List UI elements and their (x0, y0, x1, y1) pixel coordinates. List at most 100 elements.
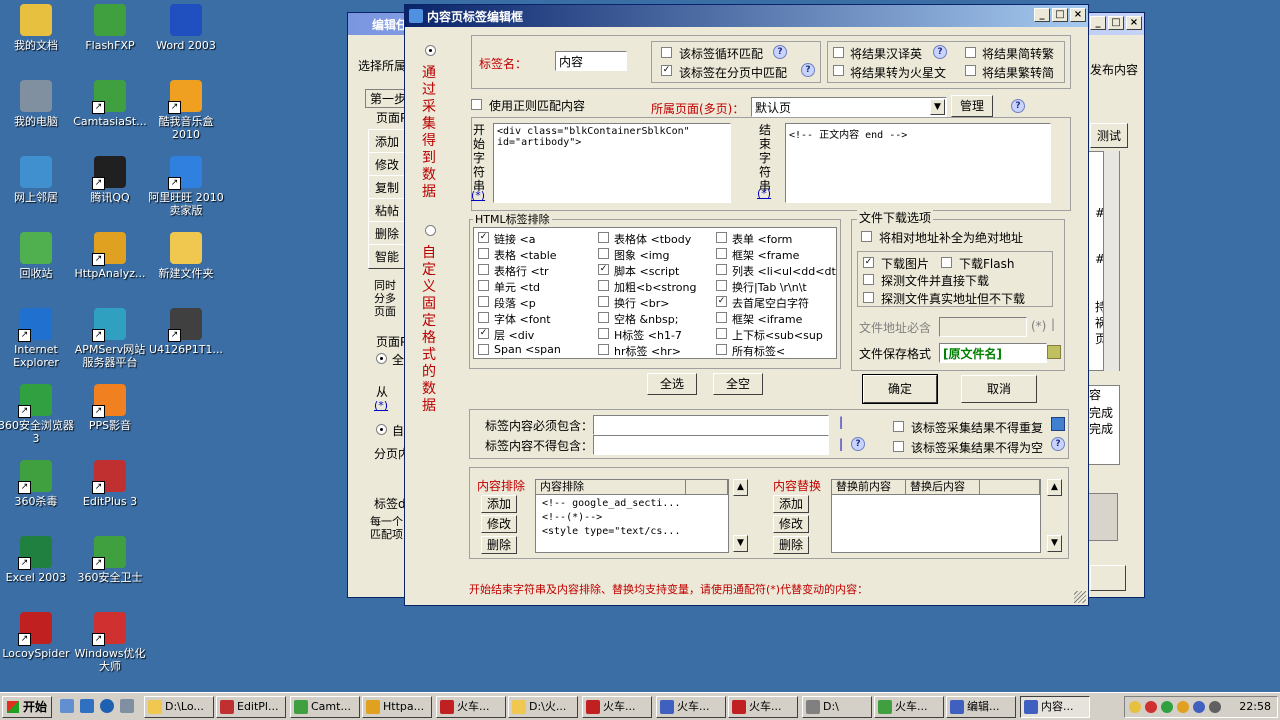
html-tag-option[interactable]: 图象 <img (598, 247, 716, 262)
download-flash-checkbox[interactable] (941, 257, 952, 268)
exclude-row-3[interactable]: <style type="text/cs... (542, 526, 680, 537)
html-tag-checkbox[interactable] (716, 344, 727, 355)
html-tag-checkbox[interactable] (478, 280, 489, 291)
html-tag-option[interactable]: 空格 &nbsp; (598, 311, 716, 326)
loop-help-icon[interactable]: ? (773, 45, 787, 59)
html-tag-checkbox[interactable] (478, 248, 489, 259)
exclude-up-arrow-icon[interactable]: ▲ (733, 479, 748, 496)
probe-real-checkbox[interactable] (863, 292, 874, 303)
resize-grip[interactable] (1074, 591, 1086, 603)
tag-name-input[interactable]: 内容 (555, 51, 627, 71)
replace-delete-button[interactable]: 删除 (773, 536, 809, 554)
tray-icon-5[interactable] (1193, 701, 1205, 713)
select-all-button[interactable]: 全选 (647, 373, 697, 395)
wildcard-link[interactable]: (*) (374, 399, 388, 412)
desktop-icon[interactable]: LocoySpider (0, 612, 74, 660)
html-tag-option[interactable]: 脚本 <script (598, 263, 716, 278)
html-tag-checkbox[interactable] (598, 280, 609, 291)
start-string-input[interactable]: <div class="blkContainerSblkCon" id="art… (493, 123, 731, 203)
desktop-icon[interactable]: 新建文件夹 (148, 232, 224, 280)
must-include-input[interactable] (593, 415, 829, 435)
html-tag-option[interactable]: 表格体 <tbody (598, 231, 716, 246)
dialog-close-button[interactable]: × (1070, 8, 1086, 22)
html-tag-checkbox[interactable] (598, 328, 609, 339)
html-tag-option[interactable]: 上下标<sub<sup (716, 327, 834, 342)
replace-grid[interactable]: 替换前内容 替换后内容 (831, 479, 1041, 553)
html-tag-option[interactable]: hr标签 <hr> (598, 343, 716, 358)
html-tag-checkbox[interactable] (598, 232, 609, 243)
html-tag-option[interactable]: 表格 <table (478, 247, 596, 262)
taskbar-task[interactable]: 火车... (874, 696, 944, 718)
html-tag-option[interactable]: 所有标签< (716, 343, 834, 358)
html-tag-option[interactable]: 列表 <li<ul<dd<dt (716, 263, 836, 278)
html-tag-checkbox[interactable] (478, 232, 489, 243)
desktop-icon[interactable]: 360安全浏览器 3 (0, 384, 74, 445)
desktop-icon[interactable]: Excel 2003 (0, 536, 74, 584)
mars-checkbox[interactable] (833, 65, 844, 76)
html-tag-option[interactable]: 换行|Tab \r\n\t (716, 279, 834, 294)
exclude-down-arrow-icon[interactable]: ▼ (733, 535, 748, 552)
tray-qq-icon[interactable] (1129, 701, 1141, 713)
paging-help-icon[interactable]: ? (801, 63, 815, 77)
html-tag-checkbox[interactable] (478, 328, 489, 339)
html-tag-checkbox[interactable] (598, 248, 609, 259)
desktop-icon[interactable]: 我的电脑 (0, 80, 74, 128)
chevron-down-icon[interactable]: ▼ (930, 99, 945, 115)
new-icon[interactable] (1051, 417, 1065, 431)
abs-url-checkbox[interactable] (861, 231, 872, 242)
exclude-add-button[interactable]: 添加 (481, 495, 517, 513)
minimize-button[interactable]: _ (1090, 16, 1106, 30)
html-tag-checkbox[interactable] (716, 248, 727, 259)
html-tag-checkbox[interactable] (716, 232, 727, 243)
radio-all[interactable] (376, 353, 387, 364)
close-button[interactable]: × (1126, 16, 1142, 30)
dialog-minimize-button[interactable]: _ (1034, 8, 1050, 22)
html-tag-checkbox[interactable] (478, 344, 489, 355)
taskbar-task[interactable]: 火车... (728, 696, 798, 718)
start-button[interactable]: 开始 (2, 696, 52, 718)
exclude-row-1[interactable]: <!-- google_ad_secti... (542, 498, 680, 509)
radio-custom-fixed[interactable] (425, 225, 436, 236)
probe-direct-checkbox[interactable] (863, 274, 874, 285)
radio-custom[interactable] (376, 424, 387, 435)
cancel-button[interactable]: 取消 (961, 375, 1037, 403)
html-tag-option[interactable]: 链接 <a (478, 231, 596, 246)
loop-match-checkbox[interactable] (661, 47, 672, 58)
html-tag-checkbox[interactable] (716, 312, 727, 323)
html-tag-checkbox[interactable] (478, 264, 489, 275)
manage-button[interactable]: 管理 (951, 95, 993, 117)
empty-help-icon[interactable]: ? (1051, 437, 1065, 451)
html-tag-option[interactable]: 表格行 <tr (478, 263, 596, 278)
html-tag-checkbox[interactable] (598, 312, 609, 323)
filter-help-icon[interactable]: ? (851, 437, 865, 451)
desktop-icon[interactable]: 腾讯QQ (72, 156, 148, 204)
desktop-icon[interactable]: 网上邻居 (0, 156, 74, 204)
replace-add-button[interactable]: 添加 (773, 495, 809, 513)
html-tag-checkbox[interactable] (716, 328, 727, 339)
translate-help-icon[interactable]: ? (933, 45, 947, 59)
ok-button[interactable]: 确定 (862, 374, 938, 404)
html-tag-option[interactable]: H标签 <h1-7 (598, 327, 716, 342)
start-wildcard-link[interactable]: (*) (471, 189, 485, 202)
desktop-icon[interactable]: HttpAnalyz... (72, 232, 148, 280)
end-wildcard-link[interactable]: (*) (757, 187, 771, 200)
desktop-icon[interactable]: U4126P1T1... (148, 308, 224, 356)
taskbar-task[interactable]: 内容... (1020, 696, 1090, 718)
file-addr-input[interactable] (939, 317, 1027, 337)
taskbar-task[interactable]: D:\火... (508, 696, 578, 718)
right-scrollbar[interactable] (1103, 151, 1119, 371)
taskbar-task[interactable]: Httpa... (362, 696, 432, 718)
desktop-icon[interactable]: 酷我音乐盒 2010 (148, 80, 224, 141)
html-tag-option[interactable]: 单元 <td (478, 279, 596, 294)
desktop-icon[interactable]: 回收站 (0, 232, 74, 280)
desktop-icon[interactable]: 阿里旺旺 2010 卖家版 (148, 156, 224, 217)
taskbar-task[interactable]: EditPl... (216, 696, 286, 718)
html-tag-checkbox[interactable] (478, 296, 489, 307)
dialog-titlebar[interactable]: 内容页标签编辑框 _ □ × (405, 5, 1088, 27)
html-tag-option[interactable]: 段落 <p (478, 295, 596, 310)
taskbar-task[interactable]: Camt... (290, 696, 360, 718)
download-image-checkbox[interactable] (863, 257, 874, 268)
html-tag-option[interactable]: 去首尾空白字符 (716, 295, 834, 310)
pencil-icon[interactable] (1047, 345, 1061, 359)
tray-volume-icon[interactable] (1209, 701, 1221, 713)
